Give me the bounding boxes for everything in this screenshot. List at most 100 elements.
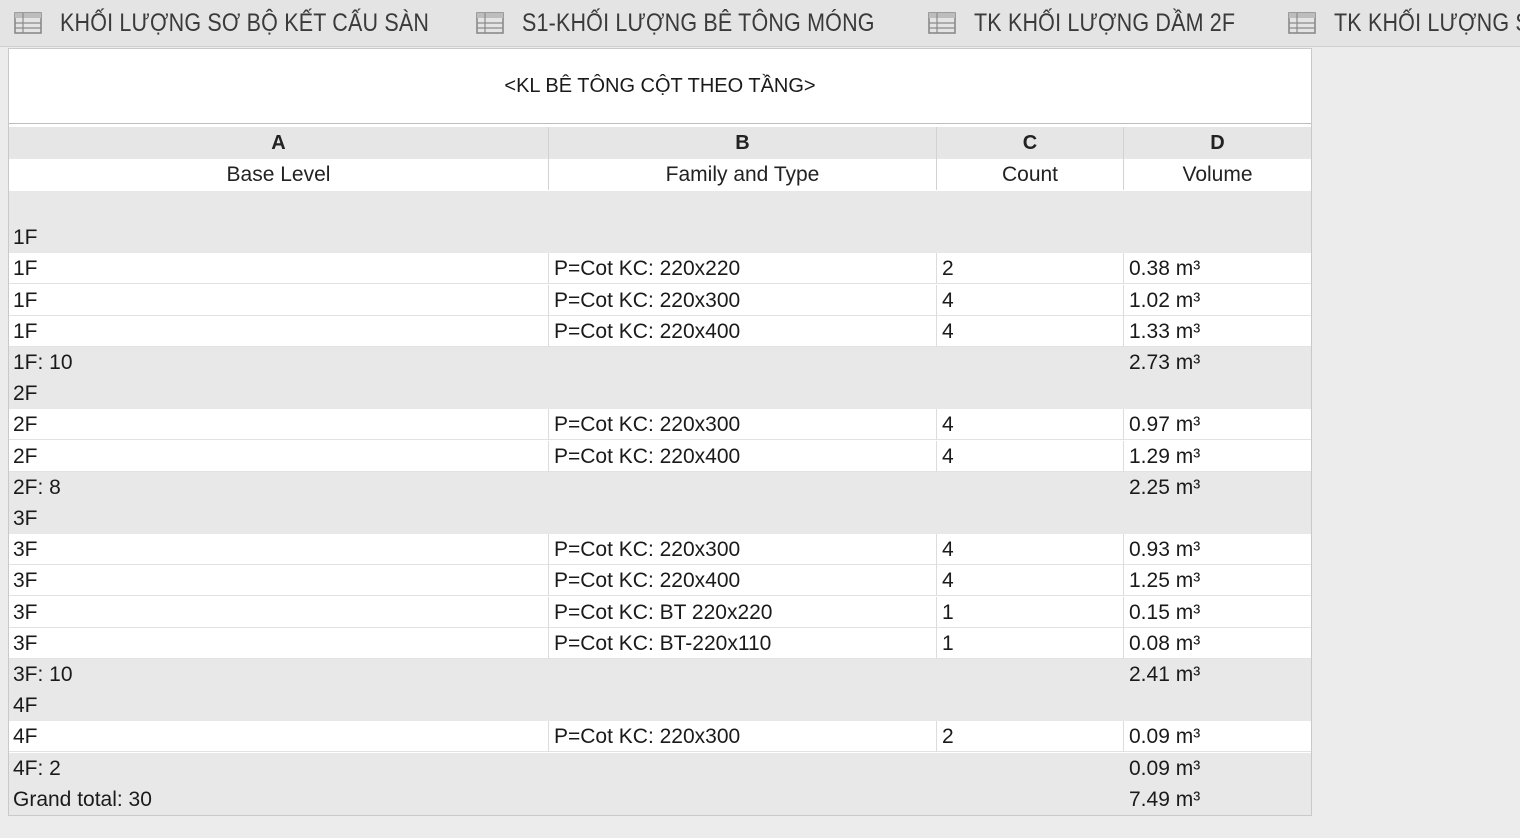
schedule-subtotal-row[interactable]: 4F: 2 0.09 m³ xyxy=(9,752,1311,784)
cell-volume[interactable]: 1.25 m³ xyxy=(1129,565,1309,596)
cell-family-and-type[interactable]: P=Cot KC: 220x400 xyxy=(554,316,934,347)
tab-tk-khoi-luong-s[interactable]: TK KHỐI LƯỢNG S xyxy=(1288,0,1520,46)
cell-volume[interactable]: 0.08 m³ xyxy=(1129,628,1309,659)
schedule-title[interactable]: <KL BÊ TÔNG CỘT THEO TẦNG> xyxy=(9,49,1311,124)
cell-divider xyxy=(1123,596,1124,628)
tab-tk-khoi-luong-dam-2f[interactable]: TK KHỐI LƯỢNG DẦM 2F xyxy=(928,0,1278,46)
cell-divider xyxy=(1123,721,1124,753)
cell-volume: 2.41 m³ xyxy=(1129,663,1201,686)
schedule-grand-total-row[interactable]: Grand total: 30 7.49 m³ xyxy=(9,783,1311,815)
cell-base-level[interactable]: 4F xyxy=(13,721,545,752)
cell-family-and-type xyxy=(554,222,934,253)
cell-base-level: 3F xyxy=(13,507,38,530)
cell-family-and-type[interactable]: P=Cot KC: 220x300 xyxy=(554,721,934,752)
schedule-detail-row[interactable]: 2F P=Cot KC: 220x400 4 1.29 m³ xyxy=(9,440,1311,472)
tab-label: TK KHỐI LƯỢNG DẦM 2F xyxy=(974,8,1236,37)
cell-count[interactable]: 4 xyxy=(942,565,1122,596)
schedule-detail-row[interactable]: 3F P=Cot KC: BT 220x220 1 0.15 m³ xyxy=(9,596,1311,628)
cell-volume[interactable]: 1.02 m³ xyxy=(1129,285,1309,316)
tab-label: S1-KHỐI LƯỢNG BÊ TÔNG MÓNG xyxy=(522,8,875,37)
cell-count[interactable]: 1 xyxy=(942,597,1122,628)
cell-count xyxy=(942,472,1122,503)
schedule-detail-row[interactable]: 3F P=Cot KC: BT-220x110 1 0.08 m³ xyxy=(9,627,1311,659)
cell-base-level[interactable]: 3F xyxy=(13,565,545,596)
cell-count[interactable]: 4 xyxy=(942,534,1122,565)
cell-divider xyxy=(936,721,937,753)
column-divider[interactable] xyxy=(936,127,937,190)
column-header-a[interactable]: A xyxy=(9,127,548,159)
tab-s1-khoi-luong-be-tong-mong[interactable]: S1-KHỐI LƯỢNG BÊ TÔNG MÓNG xyxy=(476,0,932,46)
cell-family-and-type[interactable]: P=Cot KC: 220x300 xyxy=(554,285,934,316)
cell-count[interactable]: 4 xyxy=(942,409,1122,440)
cell-volume[interactable]: 0.15 m³ xyxy=(1129,597,1309,628)
column-name-volume[interactable]: Volume xyxy=(1124,159,1311,190)
cell-base-level[interactable]: 2F xyxy=(13,409,545,440)
cell-divider xyxy=(936,315,937,347)
column-name-count[interactable]: Count xyxy=(937,159,1123,190)
cell-volume[interactable]: 0.09 m³ xyxy=(1129,721,1309,752)
cell-family-and-type[interactable]: P=Cot KC: 220x220 xyxy=(554,253,934,284)
tab-label: KHỐI LƯỢNG SƠ BỘ KẾT CẤU SÀN xyxy=(60,8,430,37)
cell-volume[interactable]: 1.29 m³ xyxy=(1129,441,1309,472)
cell-family-and-type[interactable]: P=Cot KC: 220x300 xyxy=(554,409,934,440)
cell-base-level: 4F xyxy=(13,694,38,718)
column-divider[interactable] xyxy=(548,127,549,190)
cell-family-and-type[interactable]: P=Cot KC: BT 220x220 xyxy=(554,597,934,628)
cell-volume xyxy=(1129,378,1309,409)
cell-count[interactable]: 4 xyxy=(942,441,1122,472)
cell-base-level[interactable]: 1F xyxy=(13,316,545,347)
schedule-group-header-row[interactable]: 3F xyxy=(9,503,1311,534)
schedule-detail-row[interactable]: 1F P=Cot KC: 220x300 4 1.02 m³ xyxy=(9,284,1311,316)
cell-divider xyxy=(936,596,937,628)
schedule-subtotal-row[interactable]: 2F: 8 2.25 m³ xyxy=(9,471,1311,503)
column-name-base-level[interactable]: Base Level xyxy=(9,159,548,190)
schedule-subtotal-row[interactable]: 3F: 10 2.41 m³ xyxy=(9,659,1311,690)
cell-count xyxy=(942,378,1122,409)
cell-count[interactable]: 2 xyxy=(942,253,1122,284)
schedule-detail-row[interactable]: 4F P=Cot KC: 220x300 2 0.09 m³ xyxy=(9,721,1311,753)
cell-divider xyxy=(548,596,549,628)
cell-family-and-type[interactable]: P=Cot KC: 220x400 xyxy=(554,441,934,472)
cell-divider xyxy=(1123,315,1124,347)
cell-base-level[interactable]: 1F xyxy=(13,253,545,284)
schedule-spacer-row[interactable] xyxy=(9,191,1311,222)
cell-base-level[interactable]: 3F xyxy=(13,597,545,628)
cell-count[interactable]: 2 xyxy=(942,721,1122,752)
column-header-b[interactable]: B xyxy=(549,127,936,159)
cell-volume[interactable]: 1.33 m³ xyxy=(1129,316,1309,347)
cell-count xyxy=(942,753,1122,784)
schedule-subtotal-row[interactable]: 1F: 10 2.73 m³ xyxy=(9,347,1311,378)
schedule-group-header-row[interactable]: 2F xyxy=(9,378,1311,410)
cell-base-level[interactable]: 1F xyxy=(13,285,545,316)
column-divider[interactable] xyxy=(1123,127,1124,190)
cell-divider xyxy=(1123,627,1124,659)
schedule-group-header-row[interactable]: 4F xyxy=(9,690,1311,722)
schedule-detail-row[interactable]: 3F P=Cot KC: 220x400 4 1.25 m³ xyxy=(9,565,1311,597)
column-header-c[interactable]: C xyxy=(937,127,1123,159)
schedule-detail-row[interactable]: 2F P=Cot KC: 220x300 4 0.97 m³ xyxy=(9,409,1311,441)
cell-base-level[interactable]: 3F xyxy=(13,628,545,659)
cell-family-and-type[interactable]: P=Cot KC: 220x300 xyxy=(554,534,934,565)
column-name-family-and-type[interactable]: Family and Type xyxy=(549,159,936,190)
cell-family-and-type[interactable]: P=Cot KC: BT-220x110 xyxy=(554,628,934,659)
schedule-detail-row[interactable]: 1F P=Cot KC: 220x400 4 1.33 m³ xyxy=(9,315,1311,347)
cell-count[interactable]: 4 xyxy=(942,316,1122,347)
cell-base-level[interactable]: 3F xyxy=(13,534,545,565)
cell-base-level[interactable]: 2F xyxy=(13,441,545,472)
cell-count[interactable]: 4 xyxy=(942,285,1122,316)
cell-divider xyxy=(548,253,549,285)
schedule-table-icon xyxy=(14,12,42,34)
tab-khoi-luong-so-bo-ket-cau-san[interactable]: KHỐI LƯỢNG SƠ BỘ KẾT CẤU SÀN xyxy=(14,0,489,46)
cell-divider xyxy=(548,627,549,659)
column-header-d[interactable]: D xyxy=(1124,127,1311,159)
cell-base-level: 1F: 10 xyxy=(13,351,73,374)
cell-volume[interactable]: 0.97 m³ xyxy=(1129,409,1309,440)
cell-family-and-type[interactable]: P=Cot KC: 220x400 xyxy=(554,565,934,596)
cell-volume[interactable]: 0.38 m³ xyxy=(1129,253,1309,284)
schedule-detail-row[interactable]: 1F P=Cot KC: 220x220 2 0.38 m³ xyxy=(9,253,1311,285)
cell-volume[interactable]: 0.93 m³ xyxy=(1129,534,1309,565)
schedule-detail-row[interactable]: 3F P=Cot KC: 220x300 4 0.93 m³ xyxy=(9,534,1311,566)
cell-divider xyxy=(548,284,549,316)
schedule-group-header-row[interactable]: 1F xyxy=(9,222,1311,254)
cell-count[interactable]: 1 xyxy=(942,628,1122,659)
